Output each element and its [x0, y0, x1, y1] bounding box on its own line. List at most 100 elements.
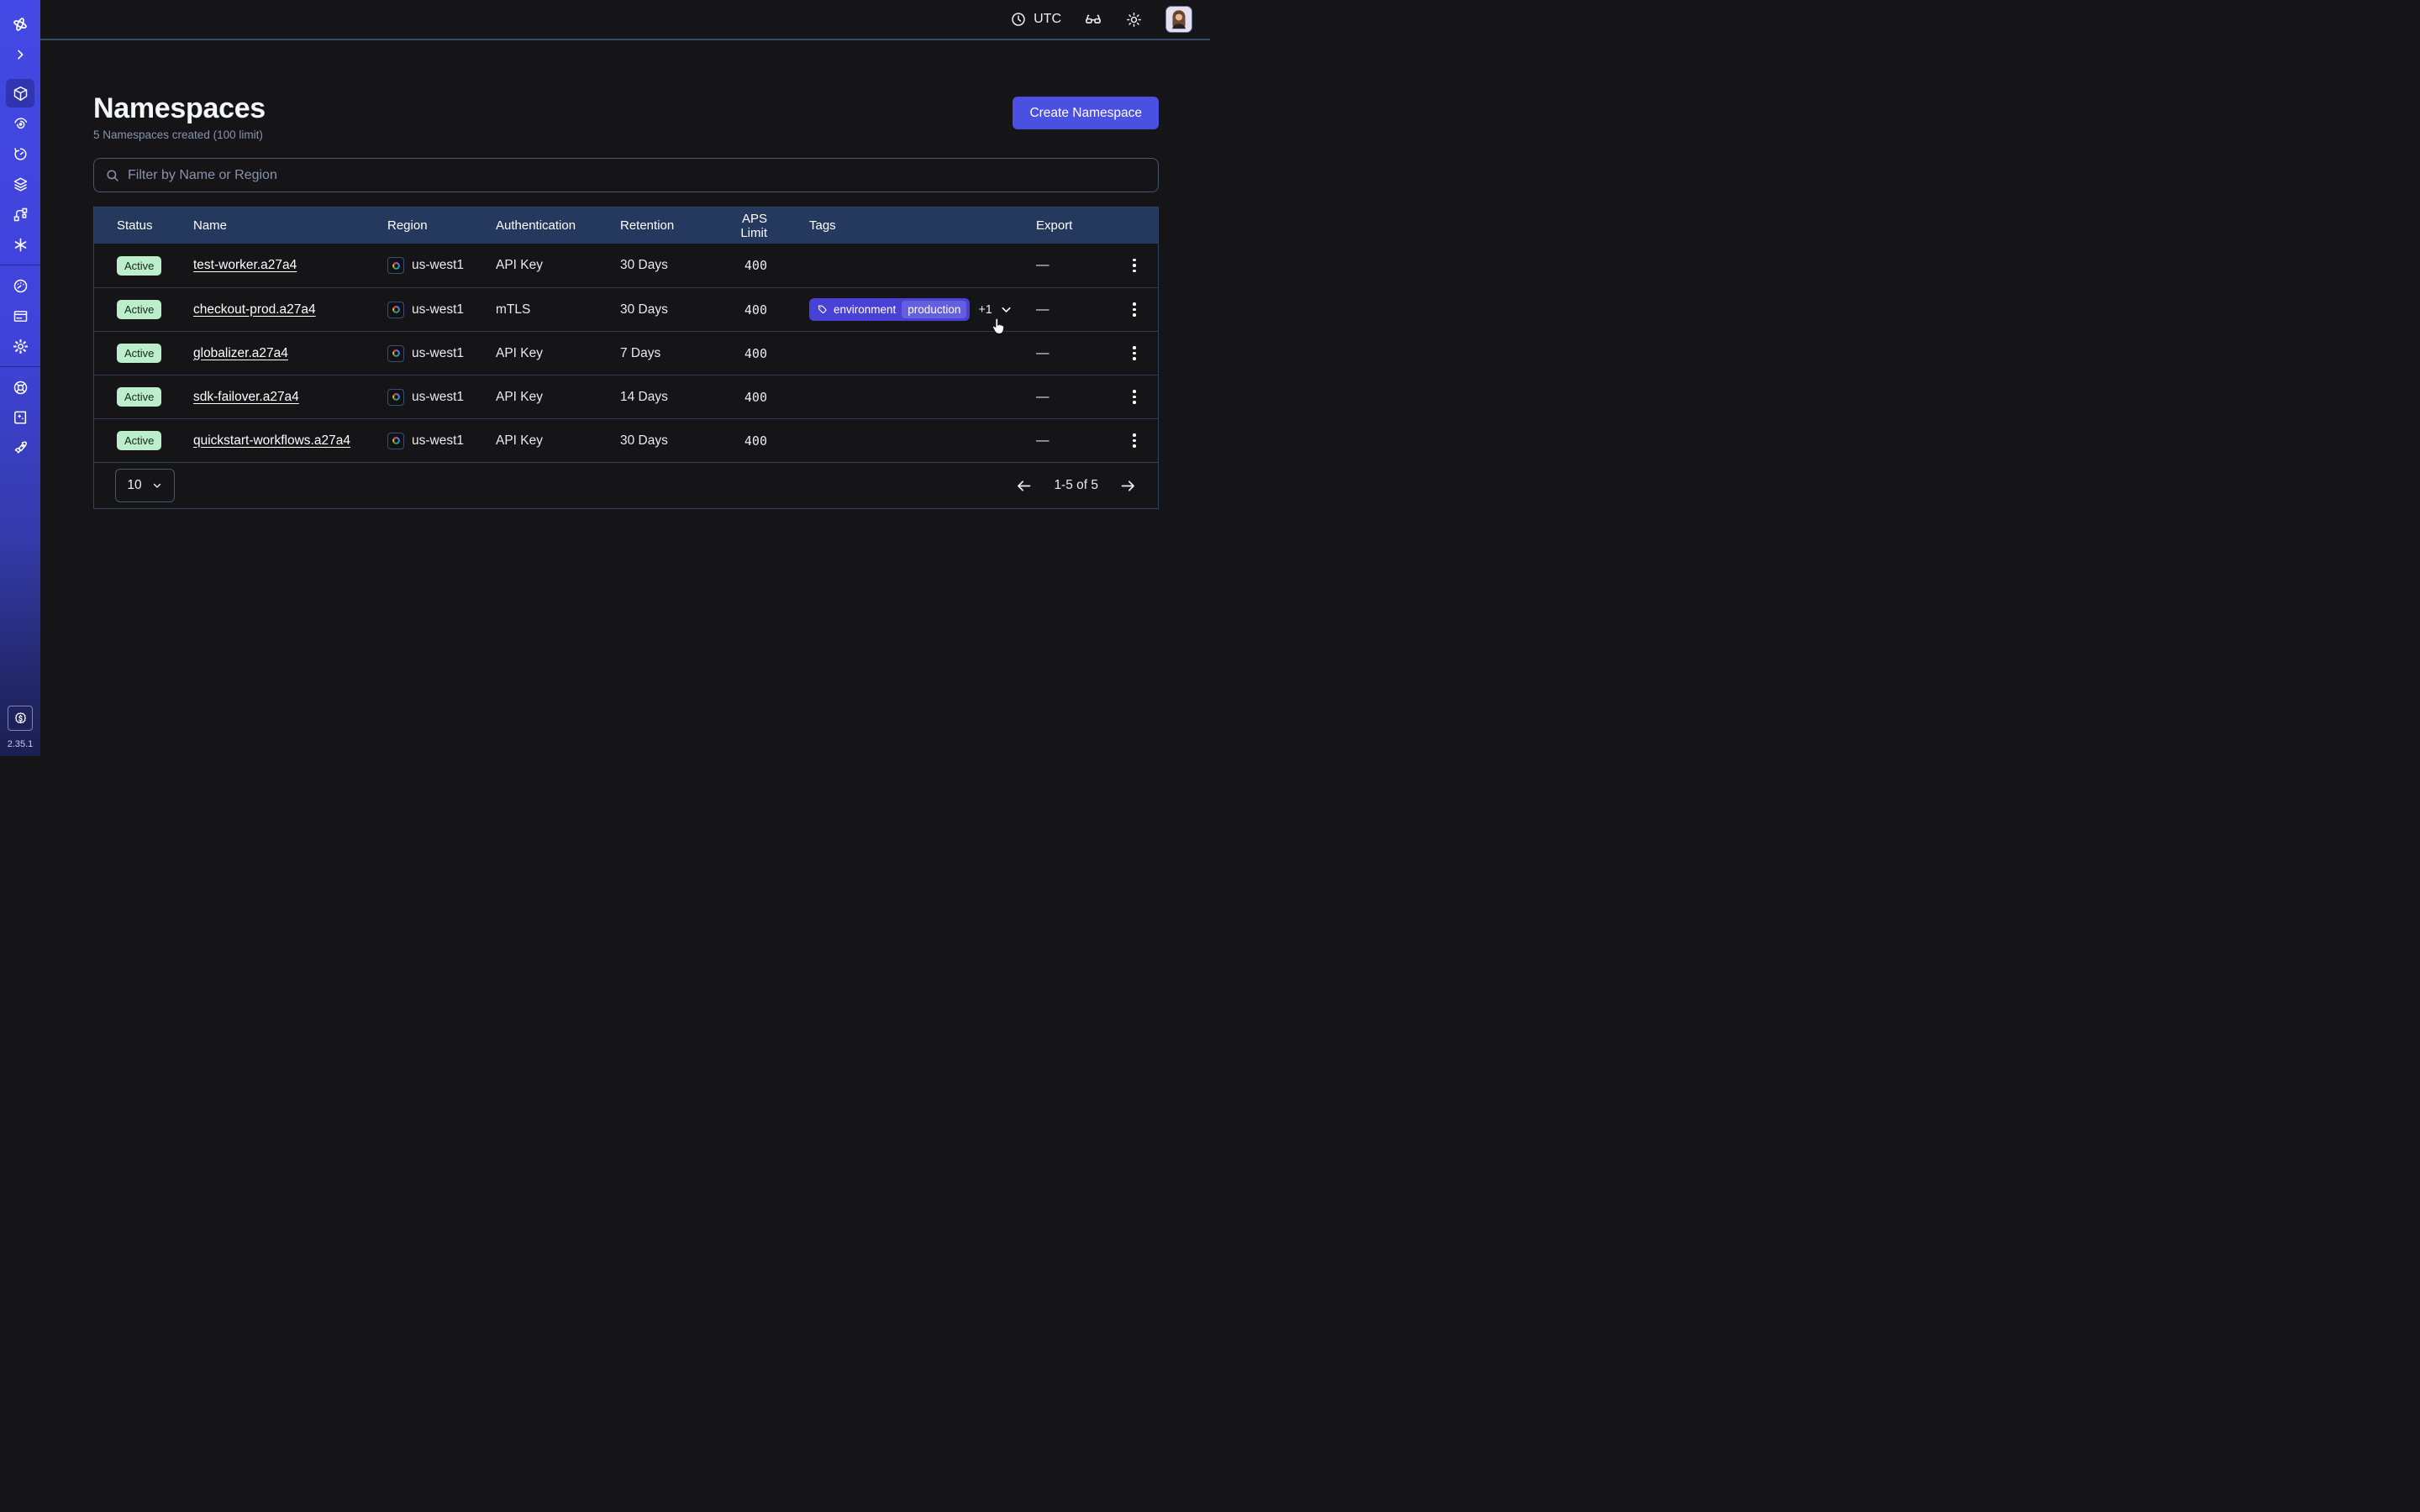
- page-size-value: 10: [127, 478, 141, 493]
- row-actions-kebab-icon[interactable]: [1124, 302, 1144, 317]
- sidebar-item-support[interactable]: [6, 373, 34, 402]
- row-actions-kebab-icon[interactable]: [1124, 390, 1144, 404]
- namespace-count-subtitle: 5 Namespaces created (100 limit): [93, 129, 266, 141]
- sidebar-item-insights[interactable]: [6, 109, 34, 138]
- topbar: UTC: [40, 0, 1210, 40]
- filter-bar: [93, 158, 1159, 192]
- app-version: 2.35.1: [8, 739, 34, 749]
- namespace-link[interactable]: globalizer.a27a4: [193, 346, 288, 360]
- sidebar-item-deployments[interactable]: [6, 170, 34, 198]
- col-aps-limit: APS Limit: [717, 212, 767, 240]
- gcp-cloud-icon: [387, 345, 404, 362]
- tags-cell: environment production +1: [809, 298, 1036, 321]
- tag-key: environment: [834, 303, 896, 316]
- sidebar-item-nexus[interactable]: [6, 230, 34, 259]
- region-label: us-west1: [412, 302, 464, 318]
- export-value: —: [1036, 258, 1111, 273]
- namespace-link[interactable]: sdk-failover.a27a4: [193, 390, 299, 404]
- namespaces-table: Status Name Region Authentication Retent…: [93, 207, 1159, 509]
- main-content: Namespaces 5 Namespaces created (100 lim…: [40, 40, 1210, 756]
- temporal-logo-icon[interactable]: [6, 10, 34, 39]
- status-badge: Active: [117, 256, 161, 276]
- col-tags: Tags: [809, 218, 1036, 233]
- tag-pill[interactable]: environment production: [809, 298, 970, 321]
- gcp-cloud-icon: [387, 433, 404, 449]
- labs-glasses-icon[interactable]: [1084, 10, 1102, 29]
- table-footer: 10 1-5 of 5: [94, 462, 1158, 508]
- col-authentication: Authentication: [496, 218, 620, 233]
- table-row: Active sdk-failover.a27a4 us-west1 API K…: [94, 375, 1158, 418]
- table-row: Active globalizer.a27a4 us-west1 API Key…: [94, 331, 1158, 375]
- tags-expand-chevron-icon[interactable]: [999, 302, 1013, 317]
- region-label: us-west1: [412, 346, 464, 361]
- filter-input[interactable]: [128, 168, 1147, 183]
- gcp-cloud-icon: [387, 302, 404, 318]
- table-row: Active quickstart-workflows.a27a4 us-wes…: [94, 418, 1158, 462]
- prev-page-arrow-icon[interactable]: [1015, 477, 1033, 495]
- sidebar-item-settings[interactable]: [6, 332, 34, 360]
- row-actions-kebab-icon[interactable]: [1124, 433, 1144, 448]
- retention-value: 30 Days: [620, 258, 717, 273]
- pricing-seal-dollar-icon[interactable]: [8, 706, 33, 731]
- retention-value: 7 Days: [620, 346, 717, 361]
- retention-value: 30 Days: [620, 433, 717, 449]
- row-actions-kebab-icon[interactable]: [1124, 259, 1144, 273]
- region-label: us-west1: [412, 433, 464, 449]
- aps-limit-value: 400: [717, 346, 767, 361]
- theme-sun-icon[interactable]: [1125, 11, 1143, 29]
- sidebar-item-billing[interactable]: [6, 302, 34, 330]
- search-icon: [105, 168, 120, 183]
- sidebar-item-namespaces[interactable]: [6, 79, 34, 108]
- gcp-cloud-icon: [387, 257, 404, 274]
- sidebar-item-docs[interactable]: [6, 403, 34, 432]
- col-status: Status: [94, 218, 193, 233]
- export-value: —: [1036, 433, 1111, 449]
- tag-icon: [817, 304, 828, 315]
- gcp-cloud-icon: [387, 389, 404, 406]
- table-row: Active test-worker.a27a4 us-west1 API Ke…: [94, 244, 1158, 287]
- page-title: Namespaces: [93, 92, 266, 125]
- aps-limit-value: 400: [717, 433, 767, 449]
- namespace-link[interactable]: quickstart-workflows.a27a4: [193, 433, 350, 448]
- create-namespace-button[interactable]: Create Namespace: [1013, 97, 1159, 129]
- retention-value: 30 Days: [620, 302, 717, 318]
- sidebar-bottom: 2.35.1: [8, 706, 34, 756]
- sidebar-collapse-chevron-icon[interactable]: [6, 40, 34, 69]
- timezone-selector[interactable]: UTC: [1010, 11, 1061, 28]
- page-size-select[interactable]: 10: [115, 469, 175, 502]
- timezone-label: UTC: [1034, 12, 1061, 27]
- next-page-arrow-icon[interactable]: [1119, 477, 1137, 495]
- user-avatar[interactable]: [1165, 6, 1192, 33]
- export-value: —: [1036, 346, 1111, 361]
- aps-limit-value: 400: [717, 390, 767, 405]
- auth-method: API Key: [496, 258, 620, 273]
- retention-value: 14 Days: [620, 390, 717, 405]
- auth-method: API Key: [496, 433, 620, 449]
- status-badge: Active: [117, 300, 161, 319]
- namespace-link[interactable]: checkout-prod.a27a4: [193, 302, 316, 317]
- export-value: —: [1036, 302, 1111, 318]
- pagination-range: 1-5 of 5: [1054, 478, 1098, 493]
- sidebar-item-workflows[interactable]: [6, 200, 34, 228]
- aps-limit-value: 400: [717, 258, 767, 273]
- table-row: Active checkout-prod.a27a4 us-west1 mTLS…: [94, 287, 1158, 331]
- col-export: Export: [1036, 218, 1111, 233]
- sidebar-item-schedules[interactable]: [6, 139, 34, 168]
- status-badge: Active: [117, 431, 161, 450]
- namespace-link[interactable]: test-worker.a27a4: [193, 258, 297, 272]
- sidebar-item-getting-started[interactable]: [6, 433, 34, 462]
- row-actions-kebab-icon[interactable]: [1124, 346, 1144, 360]
- sidebar-item-usage[interactable]: [6, 271, 34, 300]
- auth-method: mTLS: [496, 302, 620, 318]
- col-name: Name: [193, 218, 387, 233]
- aps-limit-value: 400: [717, 302, 767, 318]
- clock-icon: [1010, 11, 1027, 28]
- status-badge: Active: [117, 387, 161, 407]
- col-retention: Retention: [620, 218, 717, 233]
- col-region: Region: [387, 218, 496, 233]
- sidebar: 2.35.1: [0, 0, 40, 756]
- export-value: —: [1036, 390, 1111, 405]
- chevron-down-icon: [151, 480, 163, 491]
- auth-method: API Key: [496, 346, 620, 361]
- tags-more-count[interactable]: +1: [978, 303, 992, 317]
